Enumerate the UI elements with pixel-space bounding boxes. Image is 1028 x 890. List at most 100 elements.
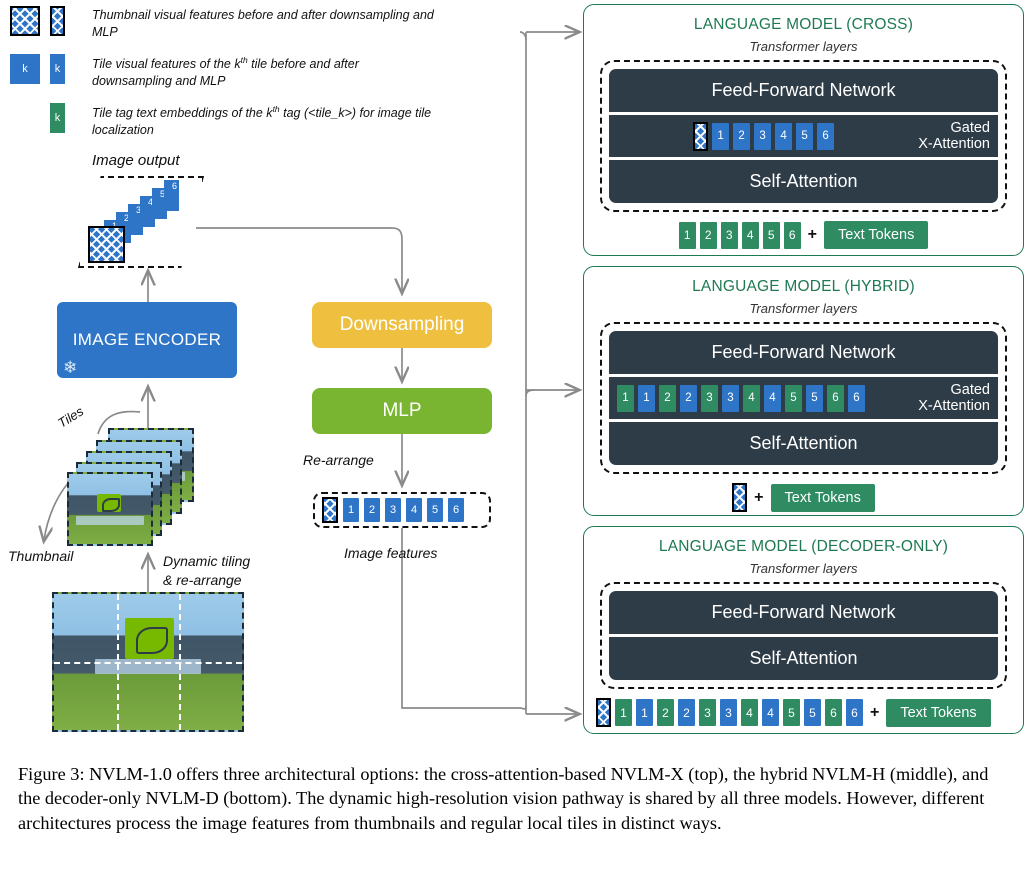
xattn-token-label: 1 [643, 392, 650, 405]
feed-forward-network-box: Feed-Forward Network [609, 591, 998, 634]
feed-forward-network-box: Feed-Forward Network [609, 331, 998, 374]
xattn-token: 4 [775, 122, 793, 150]
panel-language-model-cross: LANGUAGE MODEL (CROSS) Transformer layer… [583, 4, 1024, 256]
xattn-token: 4 [743, 384, 760, 412]
transformer-layers-group: Feed-Forward Network 1 1 2 2 3 3 4 4 5 5… [600, 322, 1007, 475]
input-token-label: 2 [683, 705, 690, 720]
xattn-token: 1 [638, 384, 655, 412]
feature-tile: 3 [385, 498, 401, 522]
legend-icons [10, 6, 92, 36]
panel-language-model-hybrid: LANGUAGE MODEL (HYBRID) Transformer laye… [583, 266, 1024, 516]
thumbnail-label: Thumbnail [8, 548, 74, 564]
feature-tile: 4 [406, 498, 422, 522]
input-token: 5 [783, 699, 800, 726]
feature-tile: 5 [427, 498, 443, 522]
xattn-token: 2 [733, 122, 751, 150]
tile-large-k-label: k [22, 62, 28, 75]
input-token-row: 1 1 2 2 3 3 4 4 5 5 6 6 + Text Tokens [584, 698, 1023, 727]
input-token: 1 [615, 699, 632, 726]
image-encoder-label: IMAGE ENCODER [72, 330, 222, 349]
xattn-token: 6 [827, 384, 844, 412]
panel-title: LANGUAGE MODEL (DECODER-ONLY) [658, 538, 949, 555]
thumbnail-large-icon [10, 6, 40, 36]
input-token-label: 2 [704, 228, 712, 243]
input-thumbnail-icon [732, 483, 748, 513]
input-token: 3 [720, 699, 737, 726]
image-features-label: Image features [344, 545, 438, 561]
gated-x-attention-label: Gated X-Attention [910, 382, 990, 414]
xattn-token: 3 [722, 384, 739, 412]
xattn-token: 6 [848, 384, 865, 412]
input-token: 2 [699, 221, 717, 249]
input-token-label: 4 [746, 705, 753, 720]
xattn-token-list: 1 2 3 4 5 6 [617, 121, 910, 151]
input-token: 5 [804, 699, 821, 726]
xattn-token-list: 1 1 2 2 3 3 4 4 5 5 6 6 [617, 384, 910, 412]
xattn-token: 5 [796, 122, 814, 150]
xattn-token-label: 5 [801, 130, 808, 143]
dynamic-tiling-label: Dynamic tiling & re-arrange [163, 552, 250, 590]
gated-label-line1: Gated [950, 382, 991, 398]
xattn-token: 1 [712, 122, 730, 150]
input-token: 6 [825, 699, 842, 726]
plus-symbol: + [870, 703, 880, 721]
input-token: 6 [846, 699, 863, 726]
xattn-token: 3 [701, 384, 718, 412]
input-thumbnail-icon [596, 698, 611, 727]
legend-item-tile: k k Tile visual features of the kth tile… [10, 53, 440, 90]
legend-tile-text: Tile visual features of the kth tile bef… [92, 54, 359, 88]
image-output-stack: 1 2 3 4 5 6 [78, 176, 204, 268]
input-token: 2 [678, 699, 695, 726]
xattn-token-label: 4 [780, 130, 787, 143]
input-token: 4 [741, 221, 759, 249]
downsampling-label: Downsampling [339, 314, 465, 335]
tiles-stack [62, 428, 194, 548]
tile-small-k-icon: k [50, 53, 65, 84]
xattn-token-label: 3 [759, 130, 766, 143]
tile-small-k-label: k [54, 62, 61, 75]
dynamic-tiling-line2: & re-arrange [163, 571, 242, 588]
xattn-token-label: 1 [622, 392, 629, 405]
input-token-label: 1 [641, 705, 648, 720]
text-tokens-box: Text Tokens [824, 221, 929, 250]
feature-tile-label: 2 [368, 504, 376, 516]
plus-symbol: + [754, 488, 764, 506]
image-features-row: 1 2 3 4 5 6 [313, 492, 491, 528]
input-token-label: 6 [851, 705, 858, 720]
input-token-row: + Text Tokens [584, 483, 1023, 513]
input-token-row: 1 2 3 4 5 6 + Text Tokens [584, 221, 1023, 250]
stack-tile-6: 6 [164, 180, 179, 211]
xattn-token: 2 [680, 384, 697, 412]
figure-caption: Figure 3: NVLM-1.0 offers three architec… [18, 764, 989, 833]
input-token: 4 [762, 699, 779, 726]
input-token-label: 5 [788, 705, 795, 720]
xattn-token-label: 3 [706, 392, 713, 405]
feature-tile-label: 1 [347, 504, 355, 516]
input-token: 1 [636, 699, 653, 726]
tag-green-k-icon: k [50, 102, 65, 133]
text-tokens-box: Text Tokens [770, 483, 875, 512]
xattn-token-label: 3 [727, 392, 734, 405]
transformer-layers-label: Transformer layers [749, 561, 858, 576]
xattn-token-label: 4 [769, 392, 776, 405]
panel-language-model-decoder-only: LANGUAGE MODEL (DECODER-ONLY) Transforme… [583, 526, 1024, 734]
input-token-label: 6 [830, 705, 837, 720]
input-token-label: 5 [809, 705, 816, 720]
feed-forward-network-box: Feed-Forward Network [609, 69, 998, 112]
feature-thumbnail-icon [322, 497, 338, 523]
feature-tile-label: 3 [389, 504, 397, 516]
input-token-label: 6 [788, 228, 796, 243]
input-token-label: 3 [725, 228, 733, 243]
input-token-label: 1 [620, 705, 627, 720]
panel-title: LANGUAGE MODEL (CROSS) [693, 16, 914, 33]
self-attention-box: Self-Attention [609, 422, 998, 466]
legend-thumbnail-text: Thumbnail visual features before and aft… [92, 8, 434, 39]
input-token: 2 [657, 699, 674, 726]
legend-icons: k [10, 102, 92, 133]
mlp-box: MLP [312, 388, 492, 434]
tile-card [67, 472, 153, 546]
text-tokens-box: Text Tokens [886, 698, 991, 727]
input-token-label: 1 [683, 228, 691, 243]
transformer-layers-group: Feed-Forward Network Self-Attention [600, 582, 1007, 689]
input-token-label: 3 [725, 705, 732, 720]
